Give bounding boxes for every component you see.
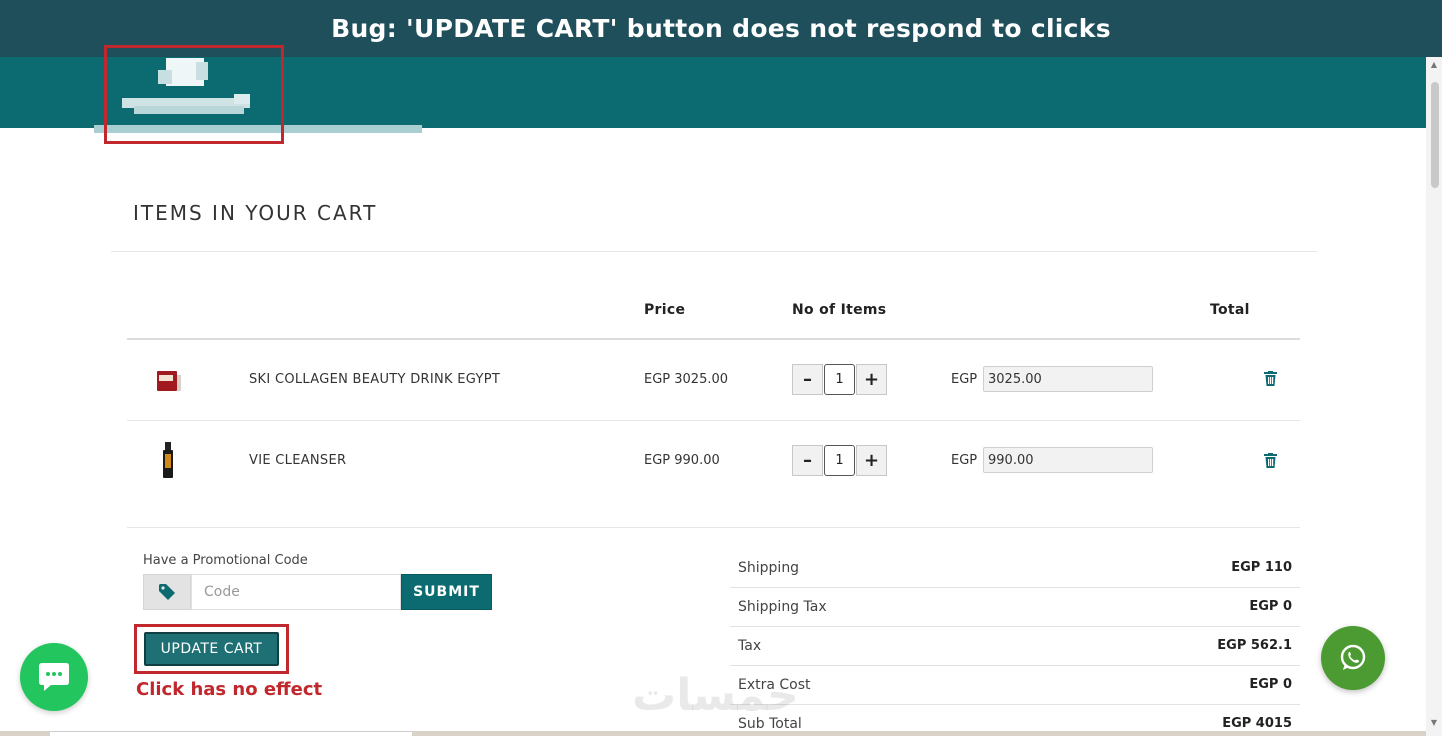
watermark: خمسات (632, 670, 799, 721)
total-currency: EGP (951, 453, 978, 468)
quantity-stepper: – 1 + (792, 364, 887, 395)
product-bottle-image[interactable] (161, 442, 175, 484)
summary-row-shipping-tax: Shipping Tax EGP 0 (730, 588, 1300, 627)
summary-value: EGP 0 (1249, 677, 1292, 692)
summary-label: Shipping Tax (738, 599, 827, 615)
summary-row-extra-cost: Extra Cost EGP 0 (730, 666, 1300, 705)
tag-icon (143, 574, 191, 610)
title-divider (111, 251, 1317, 252)
product-price: EGP 990.00 (644, 453, 720, 468)
promo-label: Have a Promotional Code (143, 553, 308, 568)
trash-icon[interactable] (1264, 371, 1277, 390)
summary-row-shipping: Shipping EGP 110 (730, 549, 1300, 588)
summary-label: Tax (738, 638, 762, 654)
product-name[interactable]: VIE CLEANSER (249, 453, 346, 468)
line-total-field: 3025.00 (983, 366, 1153, 392)
update-cart-button[interactable]: UPDATE CART (144, 632, 279, 666)
logo-highlight-box (104, 45, 284, 144)
col-header-price: Price (644, 302, 686, 318)
col-header-qty: No of Items (792, 302, 887, 318)
product-box-image[interactable] (155, 366, 183, 398)
summary-value: EGP 0 (1249, 599, 1292, 614)
table-row: SKI COLLAGEN BEAUTY DRINK EGYPT EGP 3025… (127, 340, 1300, 421)
promo-code-input[interactable]: Code (191, 574, 401, 610)
scroll-down-icon[interactable]: ▼ (1429, 718, 1439, 728)
summary-value: EGP 110 (1231, 560, 1292, 575)
chat-icon[interactable] (20, 643, 88, 711)
qty-increase-button[interactable]: + (856, 445, 887, 476)
bottom-strip-panel (50, 731, 412, 736)
scroll-thumb[interactable] (1431, 82, 1439, 188)
cart-title: ITEMS IN YOUR CART (133, 201, 378, 225)
product-price: EGP 3025.00 (644, 372, 729, 387)
qty-input[interactable]: 1 (824, 445, 855, 476)
summary-value: EGP 4015 (1222, 716, 1292, 731)
line-total-field: 990.00 (983, 447, 1153, 473)
table-row: VIE CLEANSER EGP 990.00 – 1 + EGP 990.00 (127, 421, 1300, 502)
bug-annotation: Click has no effect (136, 679, 323, 700)
whatsapp-icon[interactable] (1321, 626, 1385, 690)
scroll-up-icon[interactable]: ▲ (1429, 60, 1439, 70)
promo-submit-button[interactable]: SUBMIT (401, 574, 492, 610)
table-bottom-divider (127, 527, 1300, 528)
col-header-total: Total (1210, 302, 1250, 318)
total-currency: EGP (951, 372, 978, 387)
qty-increase-button[interactable]: + (856, 364, 887, 395)
quantity-stepper: – 1 + (792, 445, 887, 476)
trash-icon[interactable] (1264, 453, 1277, 472)
qty-input[interactable]: 1 (824, 364, 855, 395)
qty-decrease-button[interactable]: – (792, 364, 823, 395)
summary-row-tax: Tax EGP 562.1 (730, 627, 1300, 666)
summary-label: Shipping (738, 560, 800, 576)
product-name[interactable]: SKI COLLAGEN BEAUTY DRINK EGYPT (249, 372, 500, 387)
summary-value: EGP 562.1 (1217, 638, 1292, 653)
qty-decrease-button[interactable]: – (792, 445, 823, 476)
